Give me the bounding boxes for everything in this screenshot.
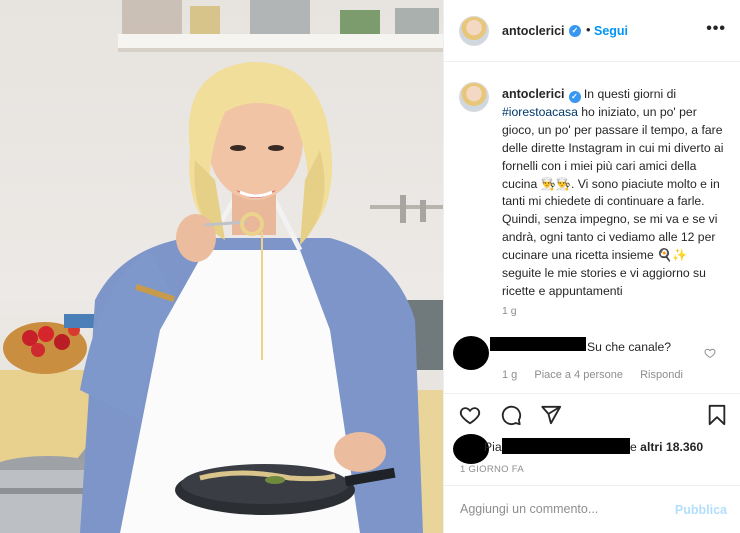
hashtag-link[interactable]: #iorestoacasa [502, 105, 578, 119]
comment-meta: 1 g Piace a 4 persone Rispondi [502, 369, 697, 381]
caption-text-body: ho iniziato, un po' per gioco, un po' pe… [502, 104, 724, 298]
comment-input[interactable] [460, 502, 660, 516]
like-button[interactable] [459, 404, 481, 426]
comment-time: 1 g [502, 369, 518, 381]
post-photo[interactable] [0, 0, 443, 533]
likes-others[interactable]: altri 18.360 [640, 440, 703, 454]
publish-button[interactable]: Pubblica [675, 503, 727, 517]
caption-avatar[interactable] [459, 82, 489, 112]
caption-time: 1 g [502, 305, 517, 317]
post-caption: antoclerici ✓ In questi giorni di #iorest… [502, 86, 730, 301]
comment-button[interactable] [500, 404, 522, 426]
header-separator: • [586, 22, 591, 37]
more-icon[interactable]: ••• [706, 20, 726, 38]
comment-likes-count[interactable]: Piace a 4 persone [534, 369, 623, 381]
bookmark-icon [708, 404, 726, 426]
caption-username[interactable]: antoclerici [502, 87, 565, 101]
share-icon [541, 405, 562, 425]
post-side-panel: antoclerici ✓ • Segui ••• antoclerici ✓ I… [443, 0, 740, 533]
save-button[interactable] [706, 404, 728, 426]
likes-connector: e [630, 440, 637, 454]
heart-icon [459, 407, 481, 425]
comment-icon [501, 405, 522, 426]
verified-icon: ✓ [568, 91, 581, 103]
caption-text-intro: In questi giorni di [583, 87, 677, 101]
likes-count[interactable]: e altri 18.360 [630, 440, 703, 454]
post-date[interactable]: 1 GIORNO FA [460, 464, 524, 475]
liker-username-redacted [502, 438, 630, 454]
author-username[interactable]: antoclerici [502, 24, 565, 38]
follow-button[interactable]: Segui [594, 24, 628, 38]
add-comment-bar: Pubblica [444, 485, 740, 533]
actions-divider [444, 393, 740, 394]
verified-icon: ✓ [569, 25, 581, 37]
commenter-avatar-redacted[interactable] [453, 336, 489, 370]
comment-text: Su che canale? [587, 340, 672, 354]
author-avatar[interactable] [459, 16, 489, 46]
post-header: antoclerici ✓ • Segui ••• [444, 0, 740, 62]
photo-illustration [0, 0, 443, 533]
commenter-username-redacted [490, 337, 586, 351]
reply-button[interactable]: Rispondi [640, 369, 683, 381]
comment-heart-icon[interactable] [704, 347, 716, 359]
share-button[interactable] [540, 404, 562, 426]
likes-prefix: Pia [484, 440, 502, 454]
